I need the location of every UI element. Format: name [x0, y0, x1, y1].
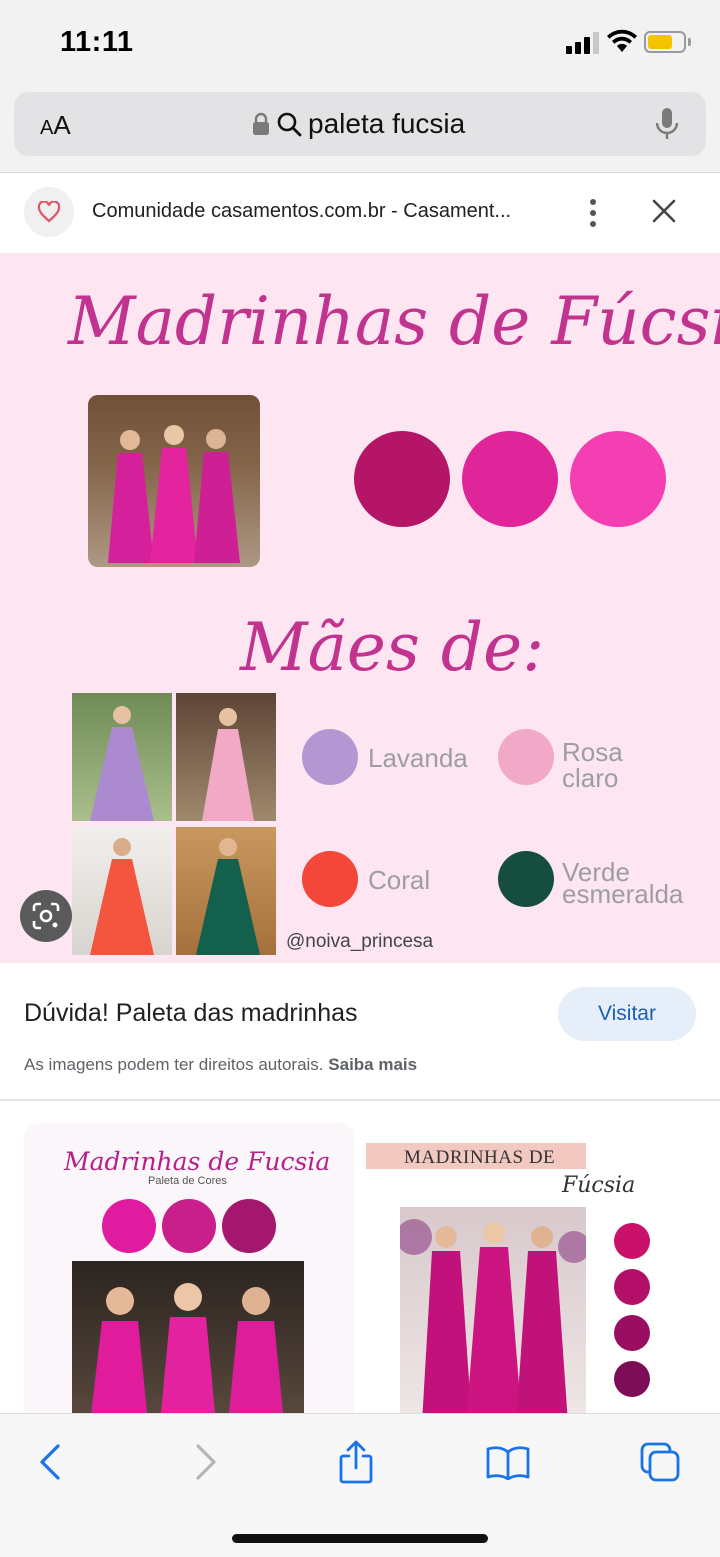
google-lens-button[interactable] [20, 890, 72, 942]
battery-icon [644, 31, 686, 53]
source-title[interactable]: Comunidade casamentos.com.br - Casament.… [92, 200, 511, 223]
status-bar: 11:11 [0, 0, 720, 88]
microphone-icon[interactable] [654, 106, 680, 142]
close-icon[interactable] [650, 197, 678, 225]
emerald-swatch [498, 851, 554, 907]
status-time: 11:11 [60, 26, 134, 58]
coral-dress-photo [72, 827, 172, 955]
fuchsia-dot-2 [462, 431, 558, 527]
emerald-label-2: esmeralda [562, 879, 684, 909]
bridesmaids-photo [88, 395, 260, 567]
site-favicon [24, 187, 74, 237]
related-1-dot-2 [162, 1199, 216, 1253]
related-2-title: MADRINHAS DE [404, 1147, 556, 1168]
back-icon [40, 1444, 60, 1480]
source-row[interactable]: Comunidade casamentos.com.br - Casament.… [0, 173, 720, 253]
related-1-photo [72, 1261, 304, 1413]
search-icon [277, 112, 302, 137]
text-size-button[interactable]: AA [40, 110, 71, 141]
result-info: Dúvida! Paleta das madrinhas Visitar As … [0, 963, 720, 1099]
wifi-icon [607, 29, 637, 52]
light-pink-label-1: Rosa [562, 737, 623, 767]
related-2-dot-4 [614, 1361, 650, 1397]
more-options-icon[interactable] [583, 197, 603, 229]
browser-toolbar [0, 1413, 720, 1557]
image-watermark-handle: @noiva_princesa [286, 931, 434, 952]
related-2-dot-2 [614, 1269, 650, 1305]
share-icon [339, 1440, 373, 1484]
lock-icon [253, 112, 269, 135]
pink-dress-photo [176, 693, 276, 821]
result-title[interactable]: Dúvida! Paleta das madrinhas [24, 999, 358, 1028]
tabs-button[interactable] [630, 1436, 690, 1488]
related-image-1[interactable]: Madrinhas de Fucsia Paleta de Cores [24, 1123, 354, 1413]
image-subtitle: Mães de: [240, 609, 545, 686]
book-icon [486, 1446, 530, 1480]
related-2-photo [400, 1207, 586, 1413]
related-1-dot-1 [102, 1199, 156, 1253]
light-pink-swatch [498, 729, 554, 785]
signal-icon [566, 32, 600, 54]
back-button[interactable] [20, 1436, 80, 1488]
light-pink-label-2: claro [562, 763, 619, 793]
green-dress-photo [176, 827, 276, 955]
related-2-dot-3 [614, 1315, 650, 1351]
lavender-swatch [302, 729, 358, 785]
visit-button[interactable]: Visitar [558, 987, 696, 1041]
image-title: Madrinhas de Fúcsia [68, 283, 720, 360]
main-image[interactable]: Madrinhas de Fúcsia Mães de: Lavanda Ros… [0, 253, 720, 963]
lavender-dress-photo [72, 693, 172, 821]
related-1-subtitle: Paleta de Cores [148, 1175, 227, 1187]
forward-button[interactable] [176, 1436, 236, 1488]
lens-icon [32, 902, 60, 930]
address-bar[interactable]: AA paleta fucsia [14, 92, 706, 156]
image-viewer: Comunidade casamentos.com.br - Casament.… [0, 173, 720, 1413]
bookmarks-button[interactable] [478, 1436, 538, 1488]
related-1-dot-3 [222, 1199, 276, 1253]
fuchsia-dot-3 [570, 431, 666, 527]
fuchsia-dot-1 [354, 431, 450, 527]
related-1-title: Madrinhas de Fucsia [64, 1147, 331, 1176]
tabs-icon [640, 1442, 680, 1482]
forward-icon [196, 1444, 216, 1480]
lavender-label: Lavanda [368, 743, 468, 773]
coral-label: Coral [368, 865, 431, 895]
related-2-dot-1 [614, 1223, 650, 1259]
learn-more-link[interactable]: Saiba mais [328, 1055, 417, 1074]
copyright-notice: As imagens podem ter direitos autorais. … [24, 1055, 418, 1074]
related-2-script: Fúcsia [562, 1173, 636, 1198]
heart-icon [37, 201, 61, 223]
related-image-2[interactable]: MADRINHAS DE Fúcsia [366, 1123, 696, 1413]
share-button[interactable] [326, 1436, 386, 1488]
url-display[interactable]: paleta fucsia [252, 106, 465, 142]
home-indicator [232, 1534, 488, 1543]
coral-swatch [302, 851, 358, 907]
search-query: paleta fucsia [308, 108, 466, 139]
